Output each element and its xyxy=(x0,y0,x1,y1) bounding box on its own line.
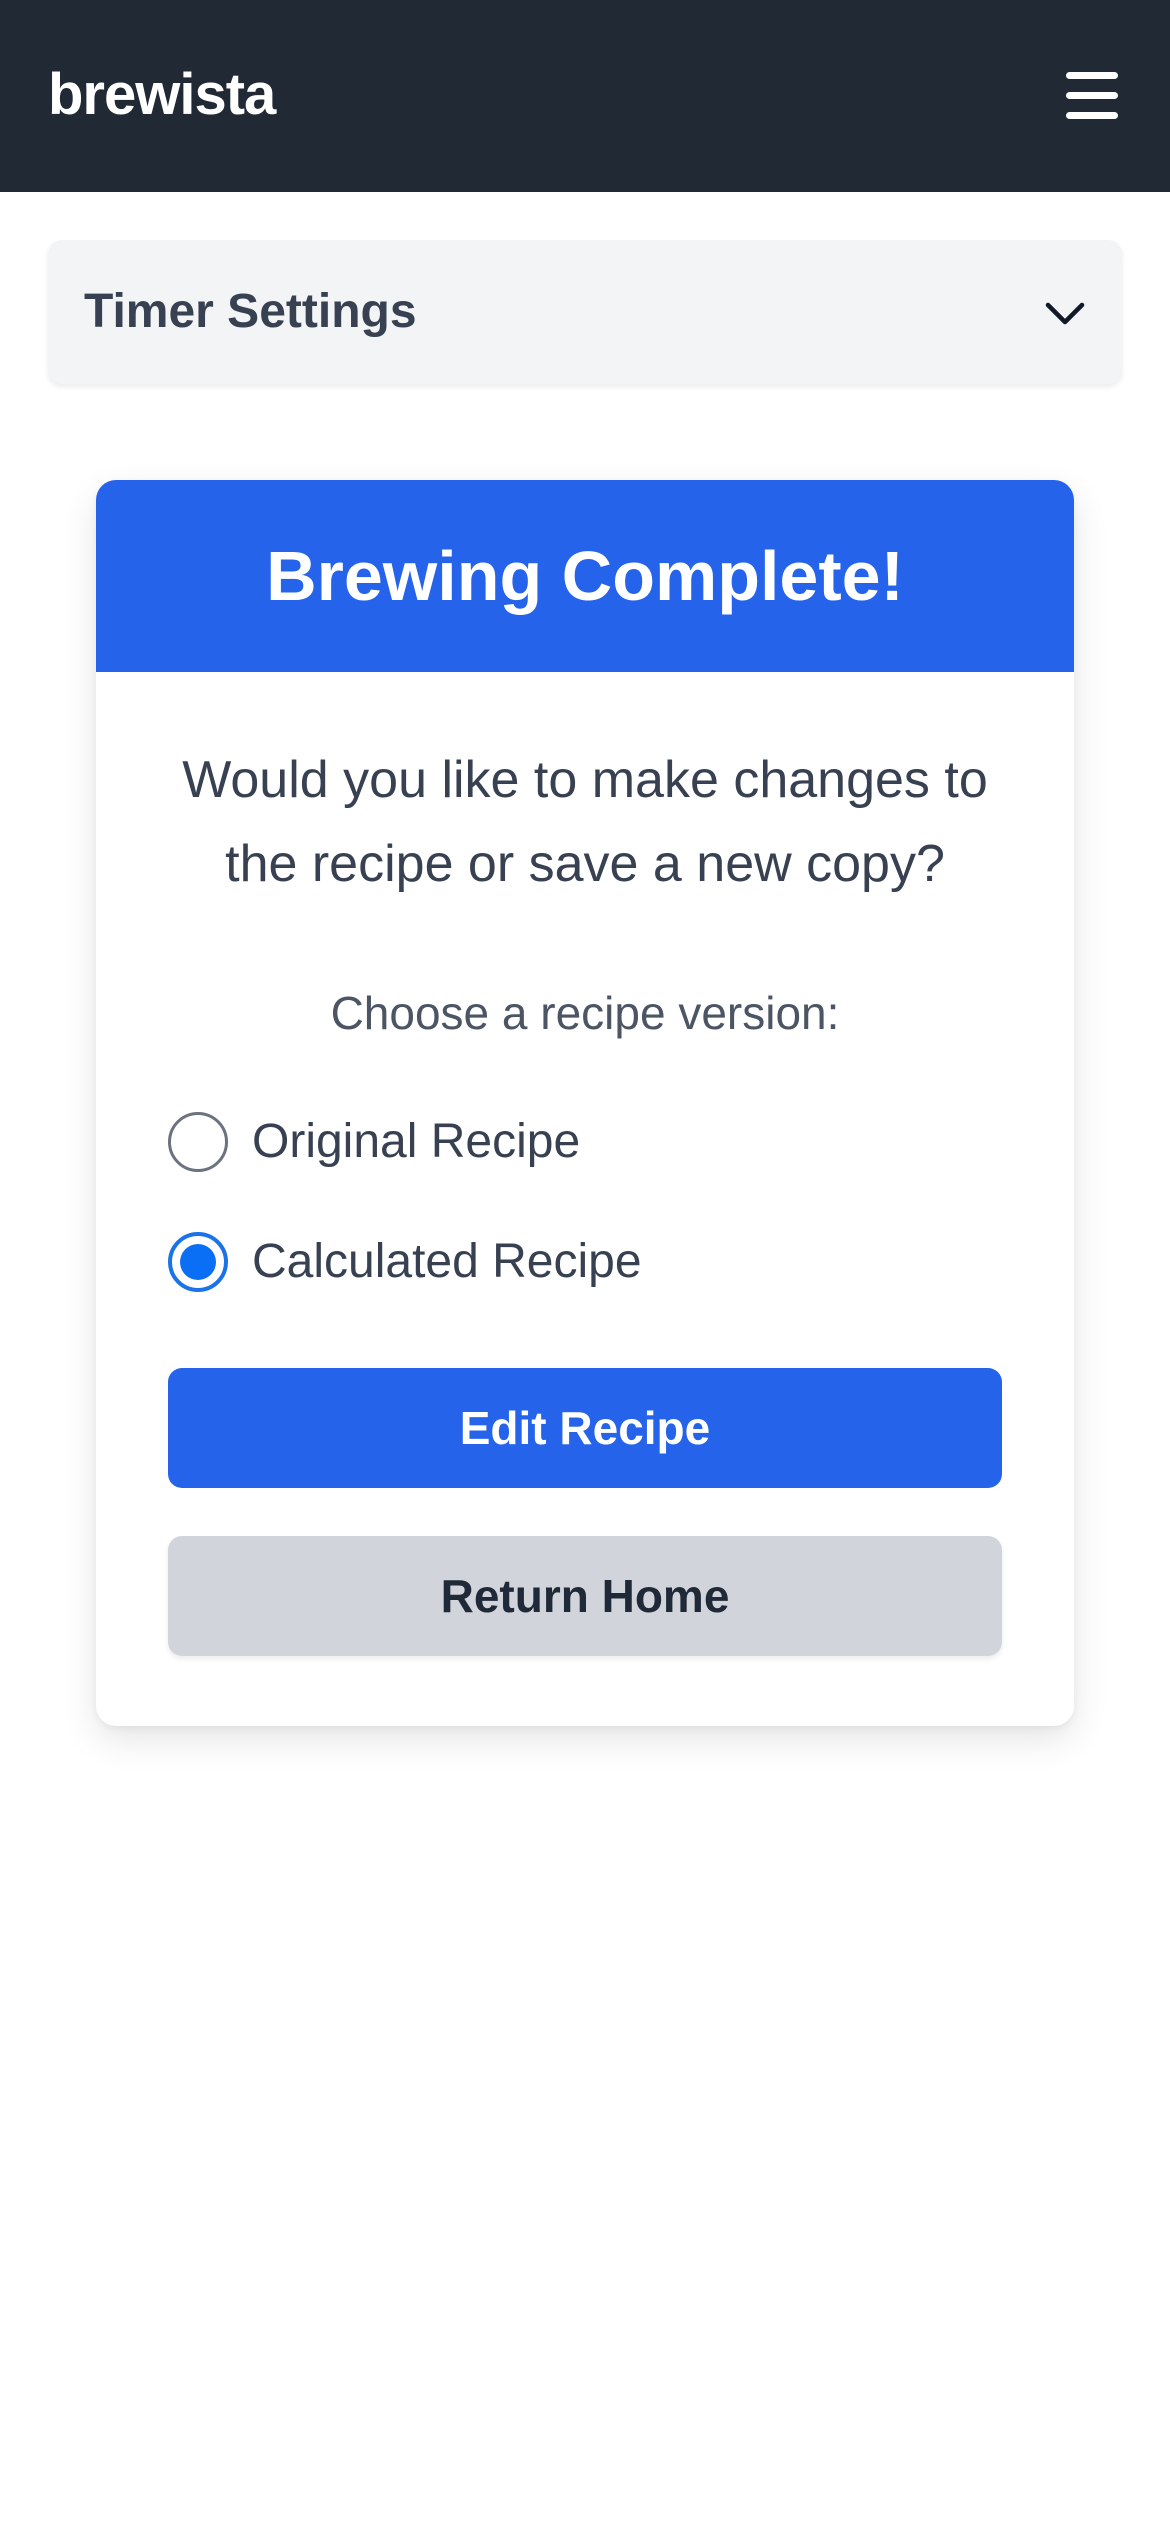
card-header: Brewing Complete! xyxy=(96,480,1074,672)
radio-label-calculated[interactable]: Calculated Recipe xyxy=(252,1230,642,1294)
edit-recipe-button[interactable]: Edit Recipe xyxy=(168,1368,1002,1488)
radio-label-original[interactable]: Original Recipe xyxy=(252,1110,580,1174)
hamburger-menu-icon[interactable] xyxy=(1062,66,1122,126)
timer-settings-toggle[interactable]: Timer Settings xyxy=(48,240,1122,384)
top-navbar: brewista xyxy=(0,0,1170,192)
return-home-button[interactable]: Return Home xyxy=(168,1536,1002,1656)
changes-question: Would you like to make changes to the re… xyxy=(182,751,988,893)
card-title: Brewing Complete! xyxy=(266,537,904,615)
choose-version-label: Choose a recipe version: xyxy=(330,987,840,1039)
timer-settings-label: Timer Settings xyxy=(84,285,417,338)
brewing-complete-card: Brewing Complete! Would you like to make… xyxy=(96,480,1074,1726)
radio-unchecked-icon[interactable] xyxy=(168,1112,228,1172)
chevron-down-icon xyxy=(1045,302,1085,325)
radio-checked-icon[interactable] xyxy=(168,1232,228,1292)
brand-logo[interactable]: brewista xyxy=(48,60,276,130)
